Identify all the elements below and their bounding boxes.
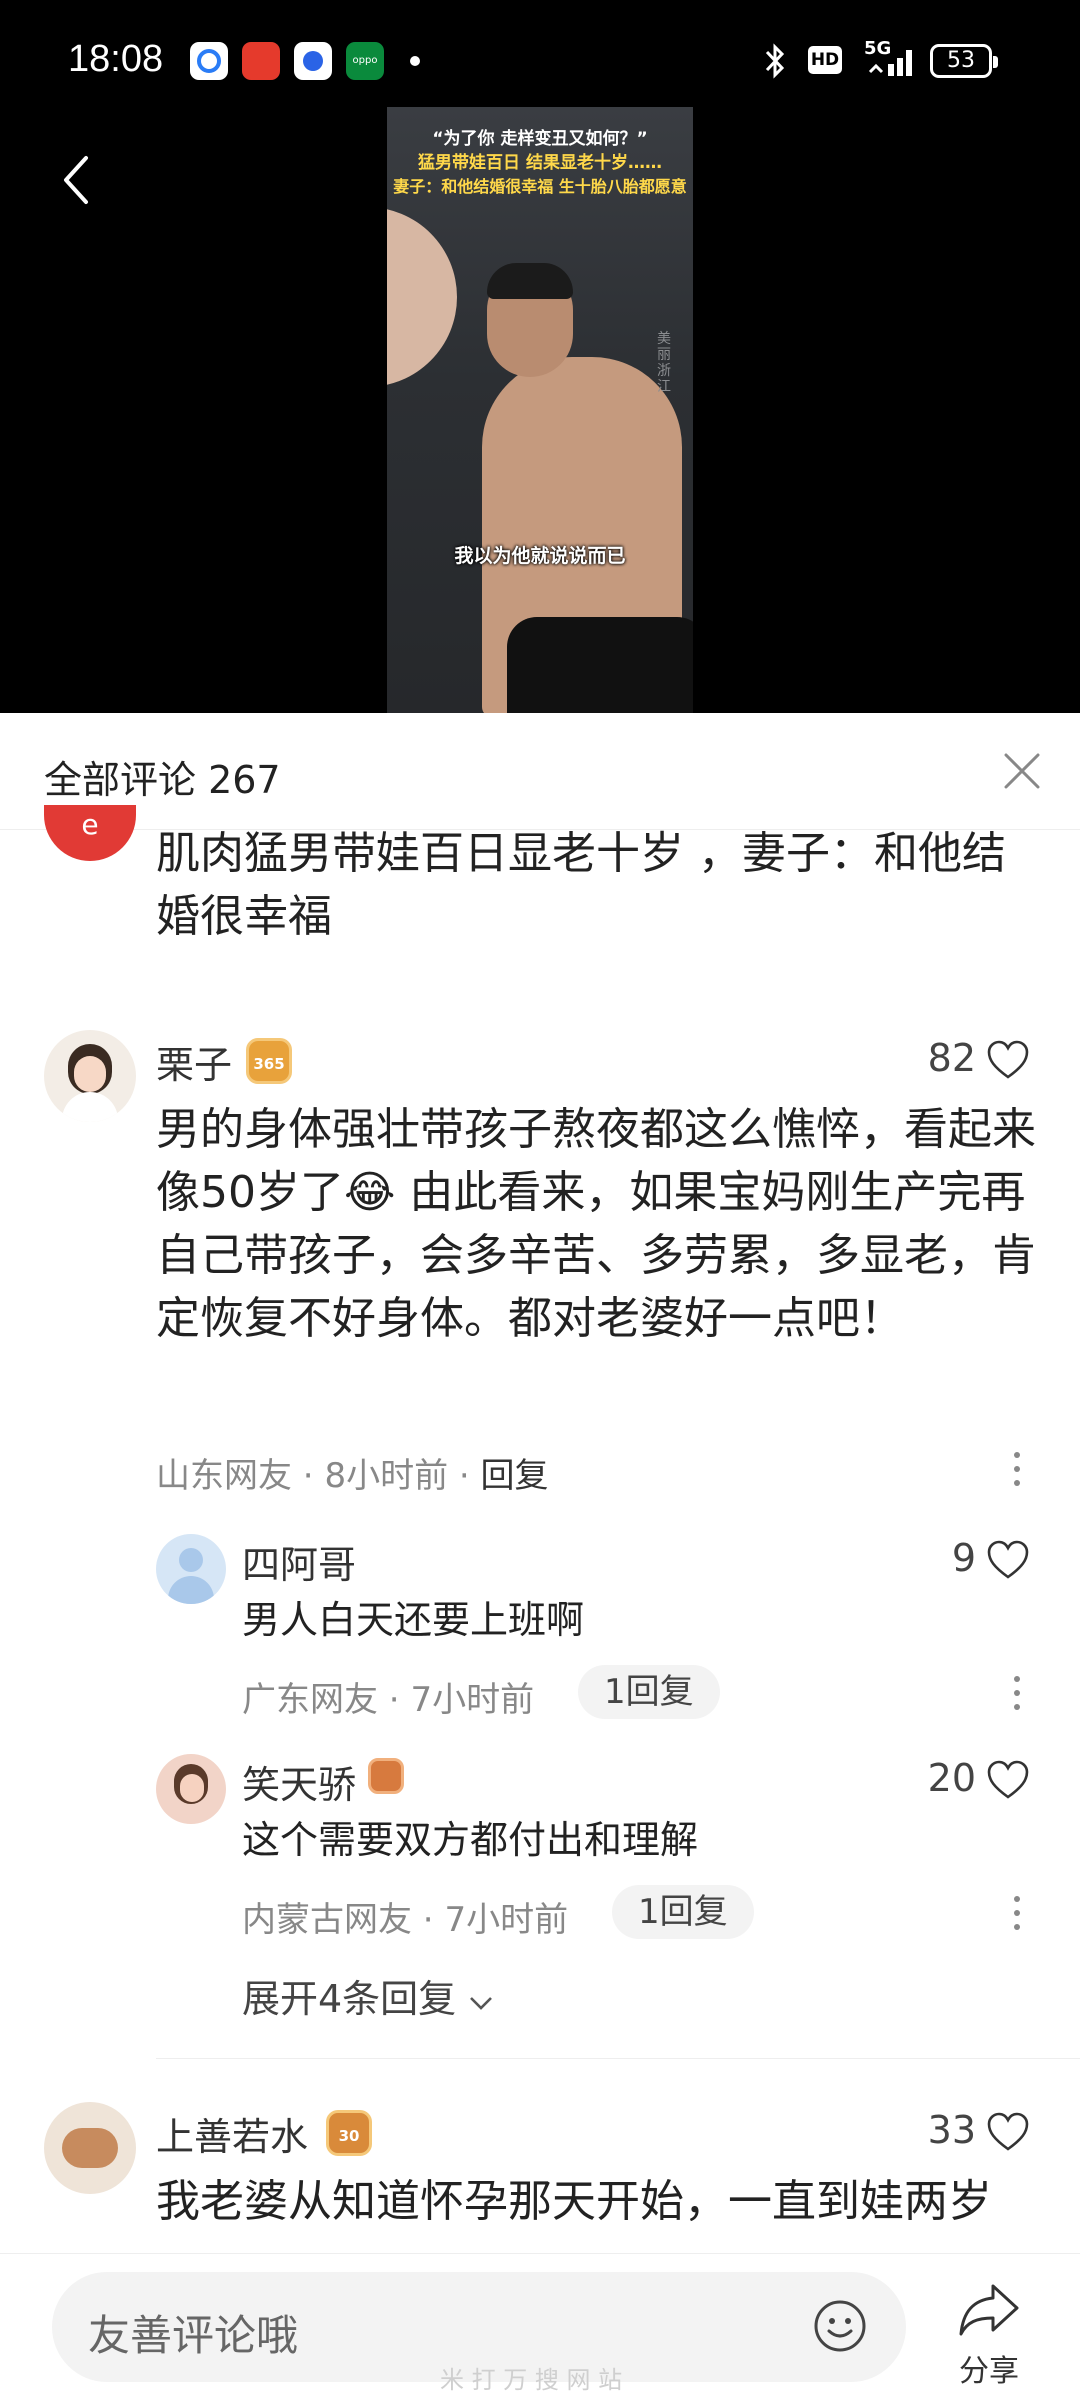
comments-header: 全部评论 267 — [0, 713, 1080, 830]
news-app-icon — [242, 42, 280, 80]
oppo-icon: oppo — [346, 42, 384, 80]
video-figure-hair — [487, 263, 573, 299]
comment-time: 7小时前 — [410, 1680, 535, 1720]
share-label: 分享 — [959, 2354, 1019, 2389]
comment-text: 男人白天还要上班啊 — [242, 1598, 585, 1642]
like-count: 9 — [951, 1536, 976, 1580]
status-time: 18:08 — [68, 38, 164, 80]
like-count: 33 — [927, 2108, 976, 2152]
chevron-down-icon — [470, 1997, 493, 2010]
heart-icon[interactable] — [986, 1760, 1030, 1800]
comment-location: 广东网友 — [242, 1680, 378, 1720]
level-badge: 365 — [246, 1038, 292, 1084]
video-area[interactable]: 18:08 oppo HD 5G 53 “为了你 走样变丑又如何？” 猛男带娃百… — [0, 0, 1080, 713]
baidu-icon — [294, 42, 332, 80]
more-options-icon[interactable] — [1014, 1896, 1022, 1930]
comment-location: 内蒙古网友 — [242, 1900, 412, 1940]
more-options-icon[interactable] — [1014, 1452, 1022, 1486]
avatar[interactable] — [44, 2102, 136, 2194]
avatar[interactable] — [44, 1030, 136, 1122]
back-arrow-icon[interactable] — [56, 150, 96, 210]
site-watermark: 米 打 万 搜 网 站 — [440, 2366, 623, 2394]
signal-icon — [868, 50, 912, 76]
video-subtitle: 我以为他就说说而已 — [454, 545, 626, 567]
video-figure-pants — [507, 617, 693, 713]
comment-location: 山东网友 — [156, 1456, 292, 1496]
close-icon[interactable] — [1000, 749, 1044, 793]
heart-icon[interactable] — [986, 1040, 1030, 1080]
comment-input-placeholder: 友善评论哦 — [88, 2311, 299, 2360]
like-count: 82 — [927, 1036, 976, 1080]
comment-text: 我老婆从知道怀孕那天开始，一直到娃两岁 — [156, 2176, 992, 2227]
video-headline-line3: 妻子：和他结婚很幸福 生十胎八胎都愿意 — [393, 177, 687, 196]
expand-replies-label: 展开4条回复 — [242, 1977, 457, 2021]
reply-count-button[interactable]: 1回复 — [612, 1885, 754, 1939]
comment-username[interactable]: 栗子 — [156, 1034, 232, 1089]
level-badge-icon — [368, 1758, 404, 1794]
comment-divider — [156, 2058, 1080, 2059]
comment-meta: 内蒙古网友 · 7小时前 — [242, 1900, 569, 1940]
comment-time: 7小时前 — [444, 1900, 569, 1940]
video-watermark: 美丽浙江 — [657, 331, 671, 395]
comment-text: 这个需要双方都付出和理解 — [242, 1818, 699, 1862]
more-notifications-dot — [410, 56, 420, 66]
like-count: 20 — [927, 1756, 976, 1800]
emoji-icon[interactable] — [812, 2298, 868, 2354]
comment-meta: 山东网友 · 8小时前 · 回复 — [156, 1456, 549, 1496]
reply-button[interactable]: 回复 — [481, 1456, 549, 1496]
comment-text: 男的身体强壮带孩子熬夜都这么憔悴，看起来像50岁了😂 由此看来，如果宝妈刚生产完… — [156, 1104, 1036, 1344]
avatar[interactable] — [156, 1754, 226, 1824]
heart-icon[interactable] — [986, 1540, 1030, 1580]
share-button[interactable]: 分享 — [954, 2280, 1024, 2390]
bluetooth-icon — [765, 43, 785, 79]
comments-title: 全部评论 267 — [44, 758, 281, 802]
comment-username[interactable]: 笑天骄 — [242, 1754, 356, 1809]
share-icon — [959, 2284, 1019, 2336]
heart-icon[interactable] — [986, 2112, 1030, 2152]
post-description: 肌肉猛男带娃百日显老十岁 ，妻子：和他结婚很幸福 — [156, 828, 1006, 942]
battery-indicator: 53 — [930, 44, 998, 78]
expand-replies-button[interactable]: 展开4条回复 — [242, 1968, 494, 2023]
more-options-icon[interactable] — [1014, 1676, 1022, 1710]
avatar[interactable] — [156, 1534, 226, 1604]
hd-icon: HD — [808, 46, 842, 74]
video-player[interactable]: “为了你 走样变丑又如何？” 猛男带娃百日 结果显老十岁…… 妻子：和他结婚很幸… — [387, 107, 693, 713]
comment-time: 8小时前 — [324, 1456, 449, 1496]
video-headline: “为了你 走样变丑又如何？” 猛男带娃百日 结果显老十岁…… 妻子：和他结婚很幸… — [387, 127, 693, 199]
video-figure-belly — [387, 207, 457, 387]
comment-meta: 广东网友 · 7小时前 — [242, 1680, 535, 1720]
reply-count-button[interactable]: 1回复 — [578, 1665, 720, 1719]
app-notification-icon — [190, 42, 228, 80]
comment-username[interactable]: 四阿哥 — [242, 1534, 356, 1589]
level-badge: 30 — [326, 2110, 372, 2156]
comment-username[interactable]: 上善若水 — [156, 2106, 308, 2161]
video-headline-line1: “为了你 走样变丑又如何？” — [432, 129, 648, 149]
video-headline-line2: 猛男带娃百日 结果显老十岁…… — [418, 153, 662, 173]
